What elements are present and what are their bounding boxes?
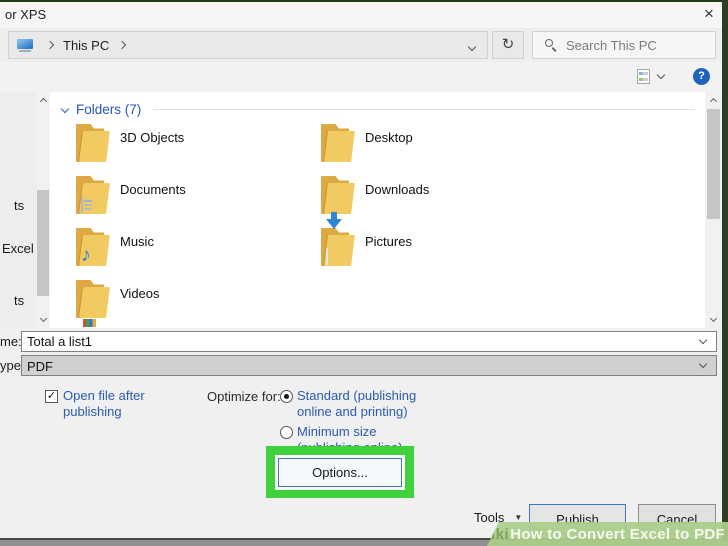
scrollbar-thumb[interactable] — [37, 190, 49, 296]
folder-item-downloads[interactable]: Downloads — [319, 175, 564, 229]
sidebar-item-clipped[interactable]: ts — [14, 293, 36, 308]
open-after-checkbox[interactable]: ✓ — [45, 390, 58, 403]
folder-icon — [74, 279, 110, 319]
standard-label-line2: online and printing) — [297, 403, 408, 419]
breadcrumb-chevron-icon — [45, 40, 55, 50]
standard-radio[interactable] — [280, 390, 293, 403]
dialog-title: or XPS — [5, 7, 47, 22]
address-dropdown-button[interactable] — [467, 38, 479, 53]
file-name-input[interactable] — [22, 334, 700, 349]
folder-icon — [74, 175, 110, 215]
chevron-up-icon — [709, 97, 718, 106]
address-bar[interactable]: This PC — [8, 31, 488, 59]
standard-radio-label[interactable]: Standard (publishing online and printing… — [297, 388, 427, 419]
folder-icon — [74, 123, 110, 163]
folder-icon — [319, 227, 355, 267]
scroll-up-button[interactable] — [36, 92, 50, 108]
folder-item-label: Pictures — [365, 234, 412, 249]
highlight-box: Options... — [266, 446, 414, 498]
sidebar-item-clipped[interactable]: ts — [14, 198, 36, 213]
title-bar: or XPS × — [0, 2, 722, 28]
sidebar-item-clipped[interactable]: Excel — [2, 241, 36, 256]
list-scrollbar[interactable] — [706, 92, 721, 328]
folders-group-header[interactable]: Folders (7) — [50, 92, 705, 121]
sidebar-scrollbar[interactable] — [36, 92, 50, 328]
chevron-down-icon[interactable] — [698, 359, 708, 369]
close-icon[interactable]: × — [698, 3, 720, 25]
collapse-chevron-icon — [60, 104, 70, 113]
save-type-value: PDF — [27, 359, 53, 374]
folder-grid: 3D Objects Documents ♪ Music Videos Desk… — [74, 123, 705, 328]
chevron-down-icon — [656, 70, 666, 80]
folders-group-title: Folders (7) — [76, 102, 142, 117]
refresh-button[interactable]: ↻ — [492, 31, 524, 59]
folder-item-videos[interactable]: Videos — [74, 279, 319, 328]
folder-item-label: Documents — [120, 182, 186, 197]
radio-dot — [284, 394, 289, 399]
minimum-label-line1: Minimum size — [297, 424, 377, 439]
folder-item-label: Music — [120, 234, 154, 249]
watermark-banner: wiki How to Convert Excel to PDF — [487, 522, 728, 546]
minimum-size-radio[interactable] — [280, 426, 293, 439]
scroll-down-button[interactable] — [36, 312, 50, 328]
search-input[interactable] — [566, 37, 706, 53]
music-note-icon: ♪ — [81, 244, 91, 266]
address-row: This PC ↻ — [0, 28, 722, 62]
chevron-down-icon[interactable] — [698, 335, 708, 345]
open-after-label-line2: publishing — [63, 403, 122, 419]
search-box[interactable] — [532, 31, 716, 59]
help-icon[interactable]: ? — [693, 68, 710, 85]
folder-item-pictures[interactable]: Pictures — [319, 227, 564, 279]
folder-item-desktop[interactable]: Desktop — [319, 123, 564, 175]
view-options-button[interactable] — [637, 69, 666, 84]
folder-item-label: Downloads — [365, 182, 430, 197]
frame-right-strip — [722, 0, 728, 541]
save-type-row: ype: PDF — [0, 355, 722, 376]
photo-icon — [326, 248, 328, 265]
watermark-title: How to Convert Excel to PDF — [510, 525, 725, 543]
screenshot-frame: or XPS × This PC ↻ ? — [0, 0, 728, 546]
scrollbar-thumb[interactable] — [707, 109, 720, 219]
folder-item-music[interactable]: ♪ Music — [74, 227, 319, 279]
folder-item-label: 3D Objects — [120, 130, 185, 145]
chevron-down-icon — [39, 314, 47, 323]
options-button[interactable]: Options... — [278, 457, 402, 487]
open-after-label-line1: Open file after — [63, 388, 145, 403]
view-options-icon — [637, 69, 650, 84]
this-pc-icon — [17, 38, 34, 52]
scroll-up-button[interactable] — [706, 92, 721, 108]
folder-item-label: Videos — [120, 286, 160, 301]
publish-as-pdf-dialog: or XPS × This PC ↻ ? — [0, 2, 722, 540]
folder-icon: ♪ — [74, 227, 110, 267]
breadcrumb-chevron-icon[interactable] — [117, 40, 127, 50]
chevron-down-icon — [709, 314, 718, 323]
file-name-row: me: — [0, 331, 722, 352]
folder-item-label: Desktop — [365, 130, 413, 145]
document-icon — [81, 196, 83, 213]
group-separator — [153, 109, 695, 110]
save-type-dropdown[interactable]: PDF — [21, 355, 717, 376]
chevron-down-icon — [467, 42, 477, 51]
open-after-label[interactable]: Open file after publishing — [63, 388, 145, 419]
folder-item-3d-objects[interactable]: 3D Objects — [74, 123, 319, 175]
folder-icon — [319, 175, 355, 229]
folder-list: Folders (7) 3D Objects Documents ♪ Music… — [50, 92, 705, 328]
command-row: ? — [0, 62, 722, 92]
breadcrumb[interactable]: This PC — [63, 38, 109, 53]
standard-label-line1: Standard (publishing — [297, 388, 417, 403]
optimize-for-label: Optimize for: — [207, 389, 281, 404]
search-icon — [545, 38, 558, 52]
file-browse-area: ts Excel ts Folders (7) 3D Objects Docum… — [0, 92, 722, 328]
file-name-combo[interactable] — [21, 331, 717, 352]
navigation-pane: ts Excel ts — [0, 92, 36, 328]
dropdown-triangle-icon: ▼ — [514, 513, 523, 522]
scroll-down-button[interactable] — [706, 312, 721, 328]
folder-icon — [319, 123, 355, 163]
file-name-label: me: — [0, 334, 22, 349]
chevron-up-icon — [39, 97, 47, 106]
folder-item-documents[interactable]: Documents — [74, 175, 319, 227]
